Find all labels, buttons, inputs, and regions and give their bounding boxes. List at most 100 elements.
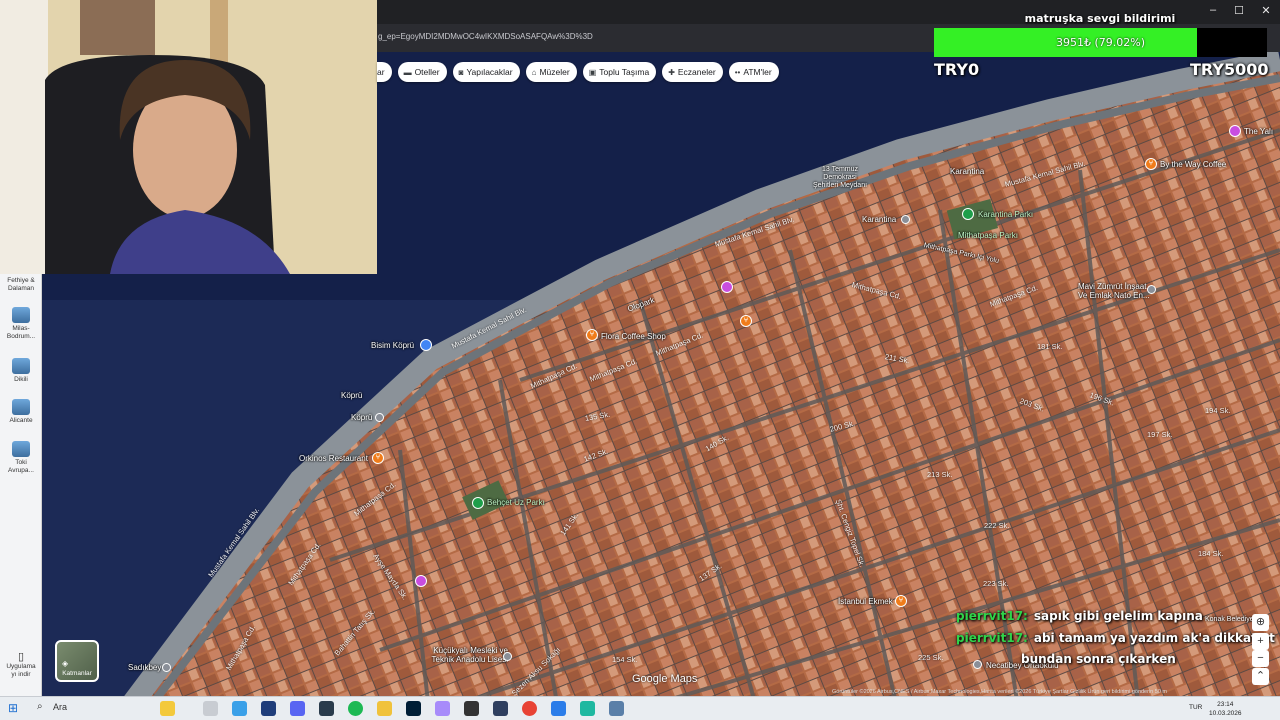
cafe-icon[interactable]: ⑂ — [586, 329, 598, 341]
app-icon[interactable] — [464, 701, 479, 716]
place-label[interactable]: Orkinos Restaurant — [299, 454, 368, 463]
taskbar-clock[interactable]: 23:14 10.03.2026 — [1209, 700, 1242, 718]
street-label: 213 Sk. — [927, 470, 953, 479]
donation-title: matruşka sevgi bildirimi — [1024, 12, 1176, 25]
place-label[interactable]: Bisim Köprü — [371, 341, 414, 350]
cafe-icon[interactable]: ⑂ — [1145, 158, 1157, 170]
layers-icon: ◈ — [62, 659, 69, 668]
restaurant-icon[interactable]: ⑂ — [740, 315, 752, 327]
place-label[interactable]: Konak Belediyesi — [1205, 616, 1259, 623]
app-icon[interactable] — [435, 701, 450, 716]
expand-icon[interactable]: ⌃ — [1252, 668, 1269, 685]
map-attribution[interactable]: Görüntüler ©2026 Airbus,CNES / Airbus,Ma… — [832, 689, 1167, 695]
chrome-icon[interactable] — [522, 701, 537, 716]
download-app-button[interactable]: ▯ Uygulama yı indir — [0, 650, 42, 679]
file-explorer-icon[interactable] — [377, 701, 392, 716]
bike-station-icon[interactable] — [420, 339, 432, 351]
park-icon[interactable] — [472, 497, 484, 509]
chip-hotels[interactable]: ▬ Oteller — [397, 62, 447, 82]
atm-icon: •• — [734, 67, 741, 77]
app-icon[interactable] — [551, 701, 566, 716]
place-label[interactable]: Karantina Parkı — [978, 210, 1033, 219]
street-label: 225 Sk. — [918, 653, 944, 662]
taskbar-search[interactable]: Ara — [53, 702, 67, 712]
chip-pharmacies[interactable]: ✚ Eczaneler — [662, 62, 723, 82]
transit-icon: ▣ — [588, 67, 597, 77]
phone-icon: ▯ — [17, 651, 25, 663]
recent-place-item[interactable]: Alicante — [0, 399, 42, 425]
app-icon[interactable] — [493, 701, 508, 716]
street-label: 154 Sk. — [612, 655, 638, 664]
maximize-icon[interactable]: ☐ — [1232, 4, 1246, 17]
recent-place-item[interactable]: Toki Avrupa... — [0, 441, 42, 475]
chip-restaurants[interactable]: ar — [377, 62, 392, 82]
pharmacy-icon: ✚ — [668, 67, 675, 77]
transit-stop-icon[interactable] — [901, 215, 910, 224]
photoshop-icon[interactable] — [406, 701, 421, 716]
place-label[interactable]: Köprü — [341, 391, 362, 400]
copilot-icon[interactable] — [160, 701, 175, 716]
restaurant-icon[interactable]: ⑂ — [372, 452, 384, 464]
transit-stop-icon[interactable] — [162, 663, 171, 672]
chip-transit[interactable]: ▣ Toplu Taşıma — [582, 62, 657, 82]
bakery-icon[interactable]: ⑂ — [895, 595, 907, 607]
chat-message: bundan sonra çıkarken — [1021, 652, 1176, 666]
recent-place-item[interactable]: Milas- Bodrum... — [0, 307, 42, 341]
place-label[interactable]: İstanbul Ekmek — [838, 597, 893, 606]
google-maps-logo: Google Maps — [632, 673, 698, 685]
place-label[interactable]: Küçükyalı Mesleki ve Teknik Anadolu Lise… — [418, 646, 509, 664]
chat-text: abi tamam ya yazdım ak'a dikkat et — [1033, 631, 1275, 645]
place-label[interactable]: Karantina — [862, 215, 896, 224]
place-label[interactable]: Karantina — [950, 167, 984, 176]
place-label[interactable]: Behçet Uz Parkı — [487, 498, 545, 507]
school-icon[interactable] — [503, 652, 512, 661]
place-thumbnail — [12, 307, 30, 323]
business-icon[interactable] — [1147, 285, 1156, 294]
place-label[interactable]: Mithatpaşa Parkı — [958, 231, 1018, 240]
park-icon[interactable] — [962, 208, 974, 220]
language-indicator[interactable]: TUR — [1189, 704, 1202, 711]
hotel-pin-icon[interactable] — [1229, 125, 1241, 137]
place-label[interactable]: Flora Coffee Shop — [601, 332, 666, 341]
street-label: 194 Sk. — [1205, 406, 1231, 415]
donation-progress-text: 3951₺ (79.02%) — [1055, 36, 1145, 49]
minimize-icon[interactable]: – — [1206, 4, 1220, 16]
edge-icon[interactable] — [232, 701, 247, 716]
chip-things-to-do[interactable]: ◙ Yapılacaklar — [452, 62, 520, 82]
spotify-icon[interactable] — [348, 701, 363, 716]
layers-button[interactable]: ◈ Katmanlar — [55, 640, 99, 682]
place-label[interactable]: The Yalı — [1244, 127, 1273, 136]
store-icon[interactable] — [261, 701, 276, 716]
shopping-pin-icon[interactable] — [721, 281, 733, 293]
discord-icon[interactable] — [290, 701, 305, 716]
url-text[interactable]: g_ep=EgoyMDI2MDMwOC4wIKXMDSoASAFQAw%3D%3… — [378, 32, 593, 41]
chat-text: bundan sonra çıkarken — [1021, 652, 1176, 666]
place-thumbnail — [12, 441, 30, 457]
recent-places-panel: Fethiye & Dalaman Milas- Bodrum... Dikil… — [0, 274, 42, 696]
task-view-icon[interactable] — [203, 701, 218, 716]
school-icon[interactable] — [973, 660, 982, 669]
windows-start-icon[interactable]: ⊞ — [8, 702, 20, 714]
app-icon[interactable] — [609, 701, 624, 716]
recent-place-item[interactable]: Fethiye & Dalaman — [0, 277, 42, 293]
place-label[interactable]: 13 Temmuz Demokrasi Şehitleri Meydanı — [810, 166, 870, 190]
place-label[interactable]: Sadıkbey — [128, 663, 161, 672]
my-location-icon[interactable]: ⊕ — [1252, 614, 1269, 631]
close-icon[interactable]: ✕ — [1259, 4, 1273, 17]
place-label[interactable]: Köprü — [351, 413, 372, 422]
donation-goal-amount: TRY5000 — [1190, 60, 1269, 79]
transit-stop-icon[interactable] — [375, 413, 384, 422]
zoom-in-button[interactable]: + — [1252, 633, 1269, 650]
chip-atms[interactable]: •• ATM'ler — [728, 62, 779, 82]
place-thumbnail — [12, 399, 30, 415]
recent-place-item[interactable]: Dikili — [0, 358, 42, 384]
app-icon[interactable] — [580, 701, 595, 716]
zoom-out-button[interactable]: − — [1252, 650, 1269, 667]
museum-icon: ⌂ — [531, 67, 537, 77]
chip-museums[interactable]: ⌂ Müzeler — [525, 62, 577, 82]
app-icon[interactable] — [319, 701, 334, 716]
place-label[interactable]: By the Way Coffee — [1160, 160, 1226, 169]
shopping-pin-icon[interactable] — [415, 575, 427, 587]
street-label: 197 Sk. — [1147, 430, 1173, 439]
place-label[interactable]: Mavi Zümrüt İnşaat Ve Emlak Nato En... — [1078, 282, 1158, 300]
